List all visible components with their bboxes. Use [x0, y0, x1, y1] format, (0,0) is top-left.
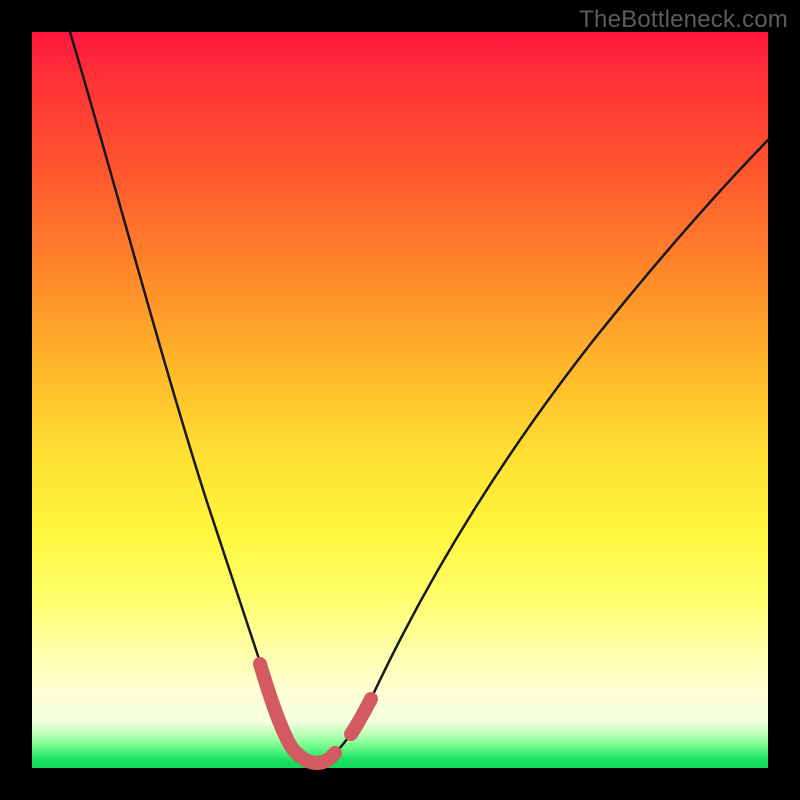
watermark-text: TheBottleneck.com: [579, 6, 788, 34]
highlight-right: [351, 699, 371, 734]
curve-layer: [32, 32, 768, 768]
chart-frame: TheBottleneck.com: [0, 0, 800, 800]
highlight-left: [260, 664, 335, 763]
plot-area: [32, 32, 768, 768]
bottleneck-curve: [70, 32, 768, 763]
